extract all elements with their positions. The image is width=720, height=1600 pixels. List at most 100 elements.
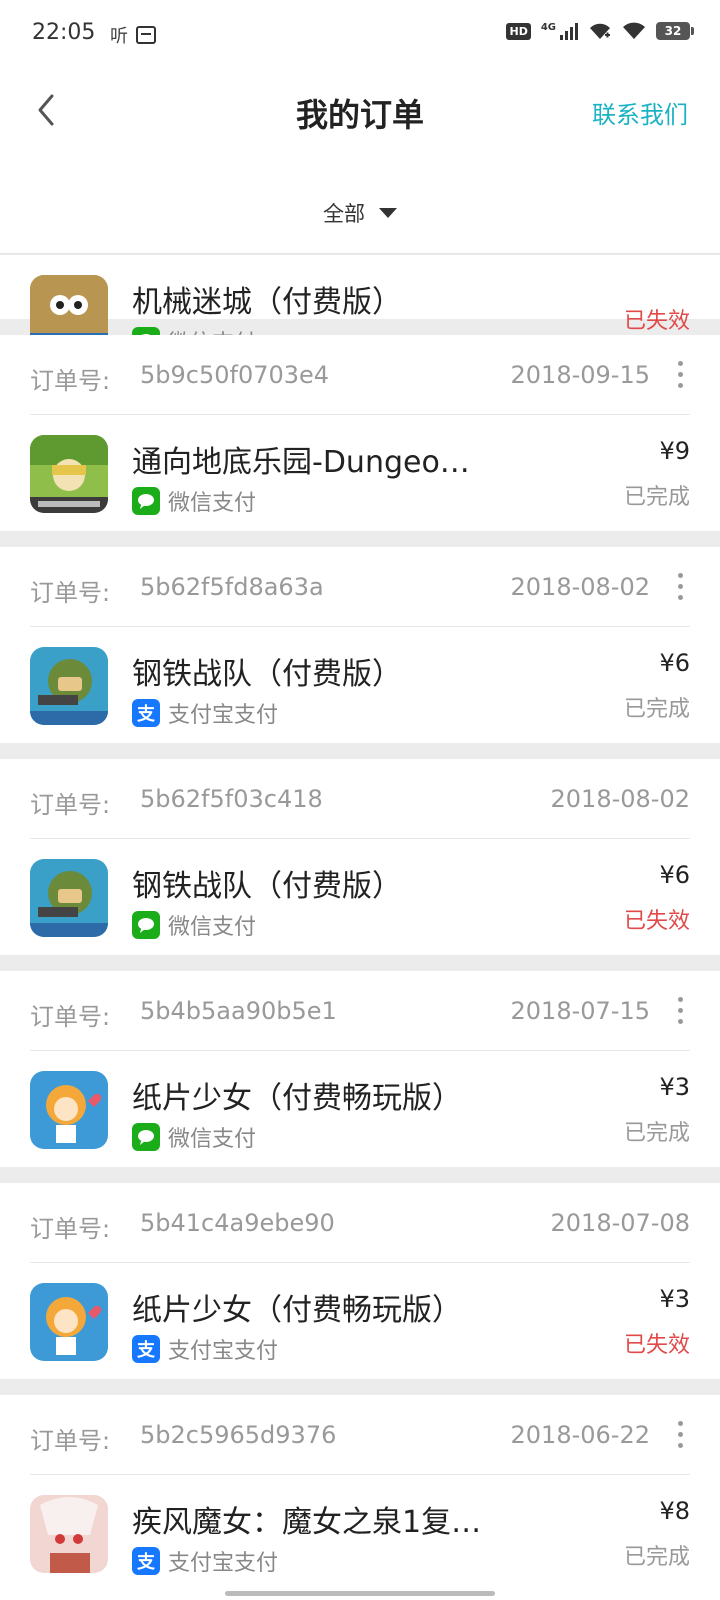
alipay-icon: 支 [132, 1335, 160, 1363]
payment-label: 微信支付 [168, 915, 257, 940]
order-number: 5b4b5aa90b5e1 [140, 997, 337, 1025]
filter-label: 全部 [323, 202, 365, 226]
order-status: 已失效 [623, 309, 690, 334]
order-list[interactable]: 机械迷城（付费版） 微信支付 已失效 订单号: 5b9c50f0703e4 20… [0, 255, 720, 1600]
order-date: 2018-06-22 [510, 1421, 650, 1449]
order-card[interactable]: 机械迷城（付费版） 微信支付 已失效 [0, 255, 720, 356]
app-name: 钢铁战队（付费版） [132, 869, 402, 904]
order-date: 2018-08-02 [550, 785, 690, 813]
signal-icon [560, 22, 578, 40]
order-status: 已失效 [623, 1333, 690, 1358]
order-number: 5b41c4a9ebe90 [140, 1209, 335, 1237]
order-price: ¥6 [659, 861, 690, 889]
app-name: 纸片少女（付费畅玩版） [132, 1081, 462, 1116]
listen-icon: 听 [110, 26, 128, 47]
app-name: 疾风魔女：魔女之泉1复… [132, 1505, 482, 1540]
hd-icon: HD [506, 22, 531, 40]
order-number-label: 订单号: [30, 579, 111, 607]
more-icon[interactable] [676, 361, 684, 389]
alipay-icon: 支 [132, 1547, 160, 1575]
order-body: 钢铁战队（付费版） 微信支付 ¥6 已失效 [30, 839, 690, 955]
payment-method: 支 支付宝支付 [132, 1333, 278, 1365]
game-coaster-icon [30, 435, 108, 513]
order-status: 已失效 [623, 909, 690, 934]
order-body: 纸片少女（付费畅玩版） 微信支付 ¥3 已完成 [30, 1051, 690, 1167]
order-number: 5b2c5965d9376 [140, 1421, 337, 1449]
app-name: 机械迷城（付费版） [132, 285, 402, 320]
order-head: 订单号: 5b62f5f03c418 2018-08-02 [30, 759, 690, 839]
app-name: 纸片少女（付费畅玩版） [132, 1293, 462, 1328]
wifi-icon-2 [623, 22, 645, 39]
payment-method: 微信支付 [132, 909, 256, 941]
order-card[interactable]: 订单号: 5b62f5f03c418 2018-08-02 钢铁战队（付费版） … [0, 759, 720, 955]
more-icon[interactable] [676, 573, 684, 601]
order-head: 订单号: 5b4b5aa90b5e1 2018-07-15 [30, 971, 690, 1051]
order-card[interactable]: 订单号: 5b4b5aa90b5e1 2018-07-15 纸片少女（付费畅玩版… [0, 971, 720, 1167]
order-body: 疾风魔女：魔女之泉1复… 支 支付宝支付 ¥8 已完成 [30, 1475, 690, 1591]
payment-method: 支 支付宝支付 [132, 1545, 278, 1577]
filter-dropdown[interactable]: 全部 [0, 198, 720, 228]
battery-icon: 32 [656, 22, 694, 40]
order-body: 钢铁战队（付费版） 支 支付宝支付 ¥6 已完成 [30, 627, 690, 743]
more-icon[interactable] [676, 997, 684, 1025]
order-date: 2018-09-15 [510, 361, 650, 389]
app-header: 我的订单 联系我们 [0, 68, 720, 152]
network-type: 4G [540, 21, 556, 33]
iron-squad-icon [30, 647, 108, 725]
gesture-bar[interactable] [225, 1591, 495, 1596]
order-status: 已完成 [623, 1121, 690, 1146]
order-head: 订单号: 5b62f5fd8a63a 2018-08-02 [30, 547, 690, 627]
paper-girl-icon [30, 1283, 108, 1361]
order-card[interactable]: 订单号: 5b41c4a9ebe90 2018-07-08 纸片少女（付费畅玩版… [0, 1183, 720, 1379]
order-status: 已完成 [623, 1545, 690, 1570]
payment-label: 微信支付 [168, 1127, 257, 1152]
paper-girl-icon [30, 1071, 108, 1149]
order-status: 已完成 [623, 697, 690, 722]
order-price: ¥3 [659, 1285, 690, 1313]
more-icon[interactable] [676, 1421, 684, 1449]
filter-bar: 全部 [0, 152, 720, 254]
calendar-icon [136, 26, 156, 44]
order-head: 订单号: 5b9c50f0703e4 2018-09-15 [30, 335, 690, 415]
wechat-pay-icon [132, 1123, 160, 1151]
status-bar: 22:05 听 HD 4G 32 [0, 0, 720, 68]
order-card[interactable]: 订单号: 5b9c50f0703e4 2018-09-15 通向地底乐园-Dun… [0, 335, 720, 531]
order-number-label: 订单号: [30, 367, 111, 395]
order-number-label: 订单号: [30, 1215, 111, 1243]
order-price: ¥8 [659, 1497, 690, 1525]
order-number: 5b62f5fd8a63a [140, 573, 324, 601]
order-body: 通向地底乐园-Dungeo… 微信支付 ¥9 已完成 [30, 415, 690, 531]
wechat-pay-icon [132, 911, 160, 939]
app-name: 钢铁战队（付费版） [132, 657, 402, 692]
order-number: 5b9c50f0703e4 [140, 361, 330, 389]
caret-down-icon [379, 208, 397, 218]
order-number-label: 订单号: [30, 791, 111, 819]
order-status: 已完成 [623, 485, 690, 510]
order-head: 订单号: 5b41c4a9ebe90 2018-07-08 [30, 1183, 690, 1263]
wifi-icon [590, 23, 610, 39]
order-head: 订单号: 5b2c5965d9376 2018-06-22 [30, 1395, 690, 1475]
order-price: ¥9 [659, 437, 690, 465]
order-body: 纸片少女（付费畅玩版） 支 支付宝支付 ¥3 已失效 [30, 1263, 690, 1379]
witch-icon [30, 1495, 108, 1573]
payment-method: 微信支付 [132, 1121, 256, 1153]
order-date: 2018-08-02 [510, 573, 650, 601]
iron-squad-icon [30, 859, 108, 937]
payment-label: 微信支付 [168, 491, 257, 516]
payment-method: 微信支付 [132, 485, 256, 517]
order-number-label: 订单号: [30, 1427, 111, 1455]
app-name: 通向地底乐园-Dungeo… [132, 445, 470, 480]
contact-us-link[interactable]: 联系我们 [592, 95, 688, 130]
order-date: 2018-07-15 [510, 997, 650, 1025]
order-card[interactable]: 订单号: 5b2c5965d9376 2018-06-22 疾风魔女：魔女之泉1… [0, 1395, 720, 1600]
payment-method: 支 支付宝支付 [132, 697, 278, 729]
order-number: 5b62f5f03c418 [140, 785, 323, 813]
payment-label: 支付宝支付 [168, 703, 279, 728]
alipay-icon: 支 [132, 699, 160, 727]
order-date: 2018-07-08 [550, 1209, 690, 1237]
payment-label: 支付宝支付 [168, 1551, 279, 1576]
order-card[interactable]: 订单号: 5b62f5fd8a63a 2018-08-02 钢铁战队（付费版） … [0, 547, 720, 743]
status-time: 22:05 [32, 20, 96, 45]
order-price: ¥6 [659, 649, 690, 677]
order-number-label: 订单号: [30, 1003, 111, 1031]
